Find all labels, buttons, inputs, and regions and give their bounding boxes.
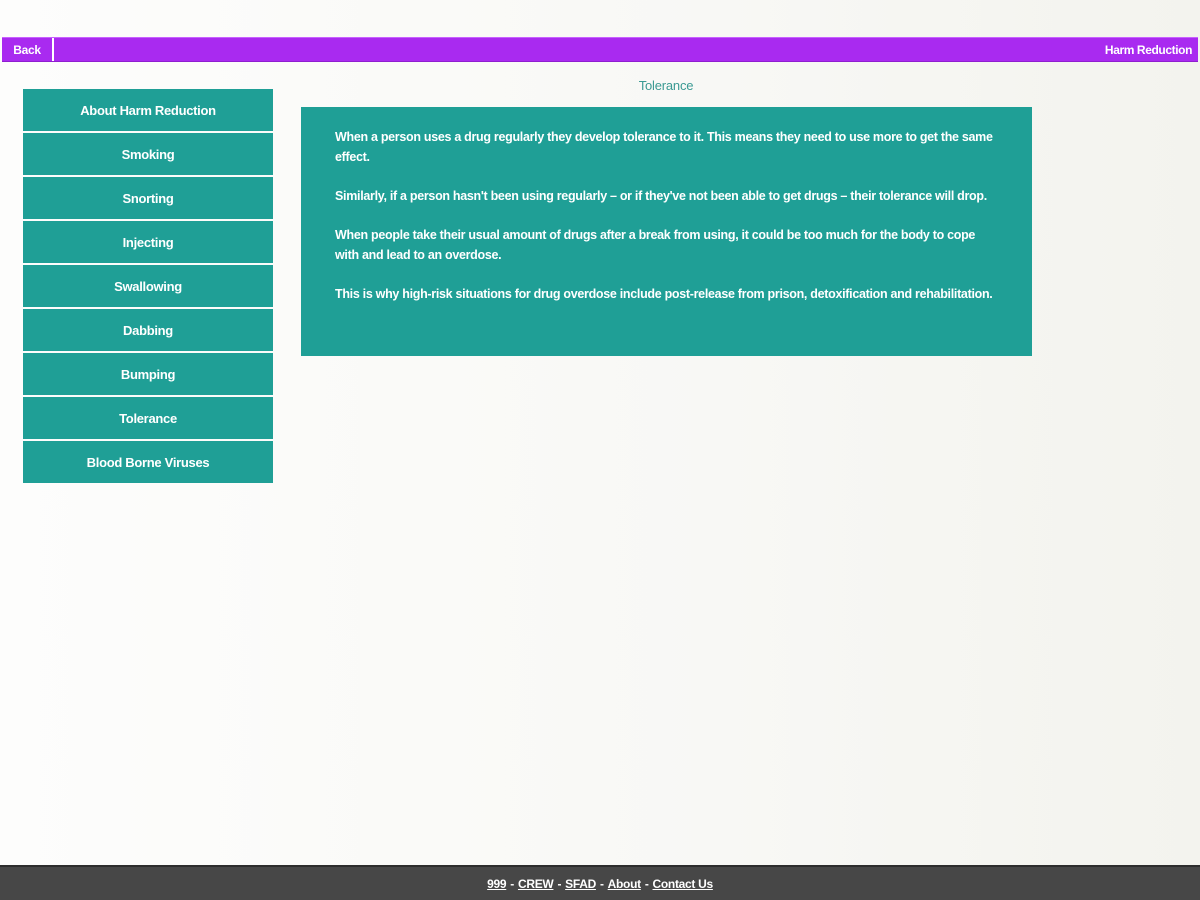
sidebar-item-snorting[interactable]: Snorting [23, 177, 273, 219]
sidebar-item-blood-borne-viruses[interactable]: Blood Borne Viruses [23, 441, 273, 483]
footer-separator: - [599, 876, 604, 891]
sidebar-menu: About Harm Reduction Smoking Snorting In… [23, 89, 273, 485]
sidebar-item-bumping[interactable]: Bumping [23, 353, 273, 395]
footer-link-crew[interactable]: CREW [518, 877, 554, 891]
footer-separator: - [557, 876, 562, 891]
sidebar-item-tolerance[interactable]: Tolerance [23, 397, 273, 439]
sidebar-item-swallowing[interactable]: Swallowing [23, 265, 273, 307]
footer-link-about[interactable]: About [608, 877, 641, 891]
footer-link-contact-us[interactable]: Contact Us [653, 877, 714, 891]
app-title: Harm Reduction [1104, 42, 1192, 57]
footer-separator: - [644, 876, 649, 891]
content-paragraph: When people take their usual amount of d… [335, 228, 976, 262]
footer-link-sfad[interactable]: SFAD [565, 877, 596, 891]
back-button[interactable]: Back [2, 38, 54, 61]
sidebar-item-smoking[interactable]: Smoking [23, 133, 273, 175]
content-paragraph: When a person uses a drug regularly they… [335, 130, 993, 164]
sidebar-item-injecting[interactable]: Injecting [23, 221, 273, 263]
sidebar-item-about-harm-reduction[interactable]: About Harm Reduction [23, 89, 273, 131]
top-navigation-bar: Back Harm Reduction [2, 37, 1198, 62]
sidebar-item-dabbing[interactable]: Dabbing [23, 309, 273, 351]
content-panel: When a person uses a drug regularly they… [301, 107, 1032, 356]
content-paragraph: This is why high-risk situations for dru… [335, 287, 993, 301]
content-paragraph: Similarly, if a person hasn't been using… [335, 189, 987, 203]
footer-link-999[interactable]: 999 [487, 877, 506, 891]
page-title: Tolerance [638, 78, 694, 93]
footer-separator: - [510, 876, 514, 891]
footer: 999 - CREW - SFAD - About - Contact Us [0, 865, 1200, 900]
